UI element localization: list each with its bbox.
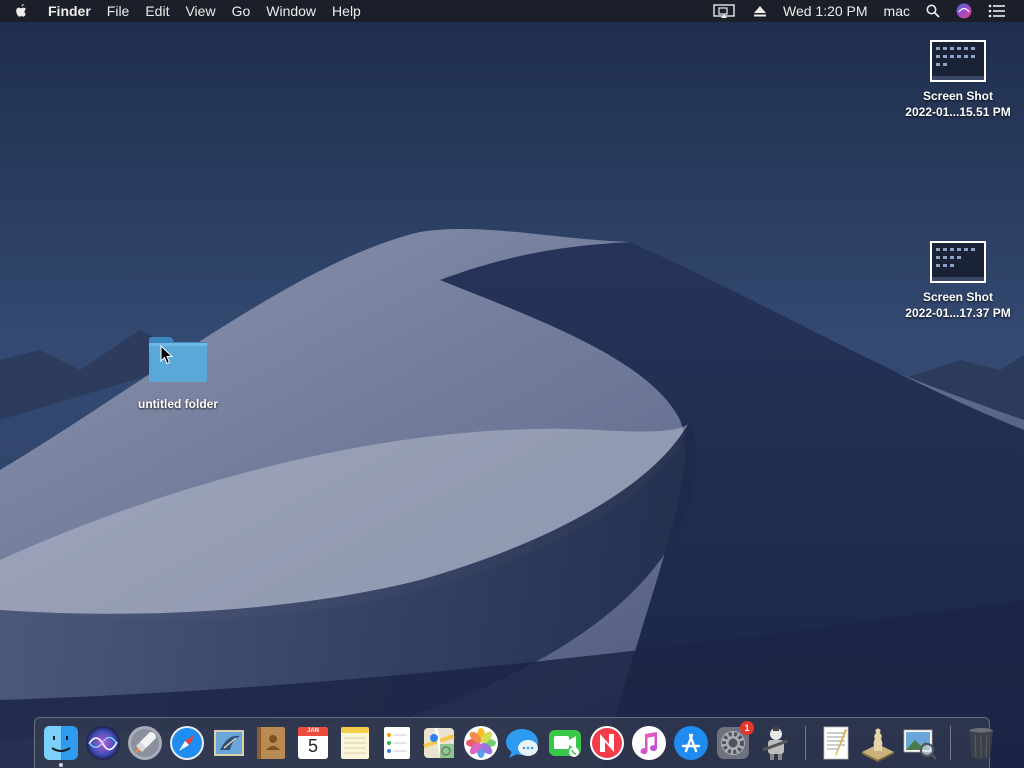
- dock-item-notes[interactable]: [336, 724, 374, 762]
- app-store-icon: [674, 726, 708, 760]
- menu-go[interactable]: Go: [224, 0, 259, 22]
- dock-item-reminders[interactable]: [378, 724, 416, 762]
- dock-item-calendar[interactable]: JAN 5: [294, 724, 332, 762]
- dock-item-preview[interactable]: [901, 724, 939, 762]
- dock-item-app-store[interactable]: [672, 724, 710, 762]
- dock-item-facetime[interactable]: [546, 724, 584, 762]
- dock-item-safari[interactable]: [168, 724, 206, 762]
- photos-icon: [464, 726, 498, 760]
- user-name[interactable]: mac: [876, 0, 918, 22]
- eject-icon[interactable]: [745, 4, 775, 18]
- dock-item-system-preferences[interactable]: 1: [714, 721, 754, 762]
- dock: JAN 5 1: [34, 717, 993, 768]
- safari-icon: [170, 726, 204, 760]
- dock-item-finder[interactable]: [42, 724, 80, 767]
- menu-window[interactable]: Window: [258, 0, 324, 22]
- trash-icon: [969, 728, 993, 760]
- news-icon: [590, 726, 624, 760]
- maps-icon: [423, 727, 455, 759]
- spotlight-search-icon[interactable]: [918, 4, 948, 18]
- preview-icon: [903, 729, 937, 760]
- desktop[interactable]: Finder File Edit View Go Window Help Wed…: [0, 0, 1024, 768]
- siri-icon[interactable]: [948, 3, 980, 19]
- screenshot-thumbnail: [930, 40, 986, 82]
- clock[interactable]: Wed 1:20 PM: [775, 0, 876, 22]
- automator-icon: [762, 727, 788, 760]
- running-indicator: [59, 763, 63, 767]
- dock-item-siri[interactable]: [84, 724, 122, 762]
- messages-icon: [506, 729, 538, 758]
- desktop-icon-label: Screen Shot: [922, 290, 994, 304]
- desktop-icon-sublabel: 2022-01...17.37 PM: [905, 306, 1011, 320]
- menu-view[interactable]: View: [177, 0, 223, 22]
- desktop-icon-untitled-folder[interactable]: untitled folder: [126, 334, 230, 412]
- desktop-icon-sublabel: 2022-01...15.51 PM: [905, 105, 1011, 119]
- dock-item-messages[interactable]: [504, 724, 542, 762]
- folder-icon: [147, 334, 209, 384]
- desktop-icon-screenshot-2[interactable]: Screen Shot 2022-01...17.37 PM: [898, 241, 1018, 321]
- dock-item-launchpad[interactable]: [126, 724, 164, 762]
- finder-icon: [44, 726, 78, 760]
- dock-item-itunes[interactable]: [630, 724, 668, 762]
- dock-item-contacts[interactable]: [252, 724, 290, 762]
- airplay-display-icon[interactable]: [705, 3, 745, 19]
- siri-icon: [86, 726, 120, 760]
- notification-center-icon[interactable]: [980, 4, 1014, 18]
- dock-item-chess[interactable]: [859, 724, 897, 762]
- apple-logo-icon[interactable]: [14, 2, 30, 20]
- dock-item-mail[interactable]: [210, 724, 248, 762]
- menu-file[interactable]: File: [99, 0, 138, 22]
- dock-item-trash[interactable]: [962, 724, 1000, 762]
- textedit-icon: [823, 726, 849, 760]
- launchpad-icon: [128, 726, 162, 760]
- desktop-icon-label: Screen Shot: [922, 89, 994, 103]
- notes-icon: [341, 727, 369, 759]
- desktop-icon-screenshot-1[interactable]: Screen Shot 2022-01...15.51 PM: [898, 40, 1018, 120]
- dock-separator: [950, 726, 951, 760]
- notification-badge: 1: [740, 721, 754, 735]
- desktop-icon-label: untitled folder: [138, 397, 218, 411]
- calendar-month: JAN: [306, 728, 319, 734]
- dock-item-photos[interactable]: [462, 724, 500, 762]
- mail-icon: [214, 730, 244, 756]
- dock-item-maps[interactable]: [420, 724, 458, 762]
- menu-app-finder[interactable]: Finder: [40, 0, 99, 22]
- reminders-icon: [384, 727, 410, 759]
- menu-help[interactable]: Help: [324, 0, 369, 22]
- dock-item-automator[interactable]: [756, 724, 794, 762]
- screenshot-thumbnail: [930, 241, 986, 283]
- mouse-pointer-icon: [160, 345, 174, 365]
- itunes-icon: [632, 726, 666, 760]
- menu-edit[interactable]: Edit: [137, 0, 177, 22]
- menu-bar: Finder File Edit View Go Window Help Wed…: [0, 0, 1024, 22]
- facetime-icon: [549, 730, 581, 757]
- dock-item-news[interactable]: [588, 724, 626, 762]
- contacts-icon: [257, 727, 285, 759]
- dock-separator: [805, 726, 806, 760]
- chess-icon: [862, 728, 894, 762]
- dock-item-textedit[interactable]: [817, 724, 855, 762]
- calendar-day: 5: [307, 736, 318, 756]
